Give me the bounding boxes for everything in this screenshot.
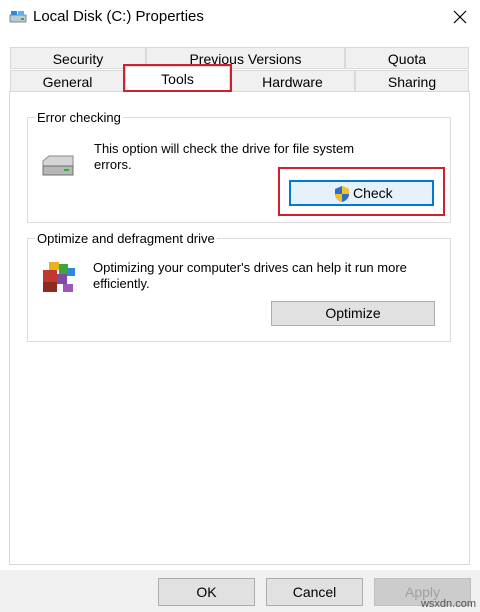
optimize-description: Optimizing your computer's drives can he… [93,260,407,291]
cancel-button[interactable]: Cancel [266,578,363,606]
uac-shield-icon [333,185,351,206]
hard-drive-icon [40,155,76,180]
close-icon [453,10,467,24]
tab-tools[interactable]: Tools [125,66,230,92]
check-button[interactable]: Check [289,180,434,206]
dialog-footer: OK Cancel Apply wsxdn.com [0,570,480,612]
tools-tab-page: Error checking This option will check th… [9,91,470,565]
tab-quota[interactable]: Quota [345,47,469,69]
tab-general[interactable]: General [10,70,125,92]
check-button-label: Check [353,185,393,201]
watermark: wsxdn.com [420,598,476,610]
tab-hardware[interactable]: Hardware [230,70,355,92]
close-button[interactable] [440,0,480,34]
optimize-button[interactable]: Optimize [271,301,435,326]
window-title: Local Disk (C:) Properties [33,8,204,25]
title-bar: Local Disk (C:) Properties [0,0,480,34]
error-checking-description: This option will check the drive for fil… [94,141,355,172]
defrag-icon [39,258,79,299]
optimize-title: Optimize and defragment drive [35,231,217,246]
ok-button[interactable]: OK [158,578,255,606]
drive-icon [9,9,27,25]
tab-sharing[interactable]: Sharing [355,70,469,92]
error-checking-title: Error checking [35,110,123,125]
